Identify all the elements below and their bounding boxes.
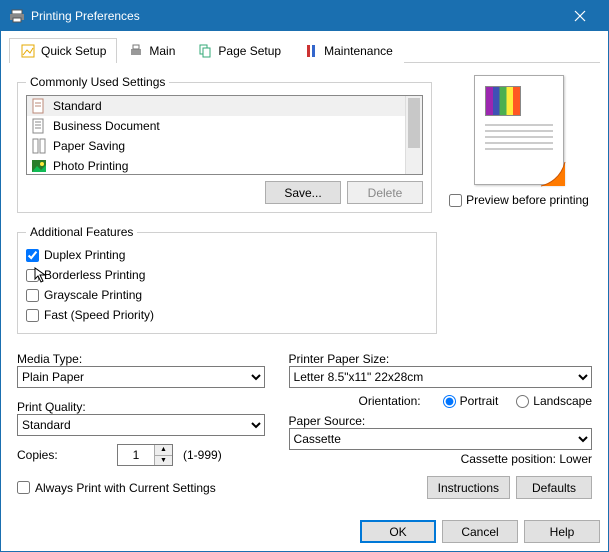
orientation-row: Orientation: Portrait Landscape [289, 394, 592, 408]
duplex-checkbox[interactable]: Duplex Printing [26, 245, 428, 265]
save-button[interactable]: Save... [265, 181, 341, 204]
list-item-business[interactable]: Business Document [27, 116, 405, 136]
cancel-button[interactable]: Cancel [442, 520, 518, 543]
list-item-label: Photo Printing [53, 159, 128, 173]
delete-button[interactable]: Delete [347, 181, 423, 204]
ok-button[interactable]: OK [360, 520, 436, 543]
list-item-label: Business Document [53, 119, 160, 133]
media-type-select[interactable]: Plain Paper [17, 366, 265, 388]
always-print-checkbox[interactable]: Always Print with Current Settings [17, 481, 216, 495]
close-icon [574, 10, 586, 22]
instructions-button[interactable]: Instructions [427, 476, 510, 499]
list-item-paper-saving[interactable]: Paper Saving [27, 136, 405, 156]
common-settings-group: Commonly Used Settings Standard Business… [17, 75, 432, 213]
spin-down[interactable]: ▼ [155, 456, 172, 466]
copies-range: (1-999) [183, 448, 222, 462]
list-item-standard[interactable]: Standard [27, 96, 405, 116]
copies-label: Copies: [17, 448, 107, 462]
additional-features-legend: Additional Features [26, 225, 137, 239]
paper-saving-icon [31, 138, 47, 154]
orientation-label: Orientation: [359, 394, 421, 408]
list-item-label: Paper Saving [53, 139, 125, 153]
print-quality-select[interactable]: Standard [17, 414, 265, 436]
landscape-radio[interactable]: Landscape [516, 394, 592, 408]
list-item-photo[interactable]: Photo Printing [27, 156, 405, 175]
cursor-icon [34, 267, 50, 283]
portrait-radio[interactable]: Portrait [443, 394, 499, 408]
common-settings-list[interactable]: Standard Business Document Paper Saving [26, 95, 423, 175]
main-icon [128, 43, 144, 59]
printing-preferences-window: Printing Preferences Quick Setup Main Pa… [0, 0, 609, 552]
print-quality-label: Print Quality: [17, 400, 265, 414]
media-type-label: Media Type: [17, 352, 265, 366]
content-area: Quick Setup Main Page Setup Maintenance … [1, 31, 608, 512]
list-scrollbar[interactable] [405, 96, 422, 174]
preview-checkbox-input[interactable] [449, 194, 462, 207]
grayscale-checkbox[interactable]: Grayscale Printing [26, 285, 428, 305]
paper-source-label: Paper Source: [289, 414, 592, 428]
maintenance-icon [303, 43, 319, 59]
standard-icon [31, 98, 47, 114]
tab-main[interactable]: Main [117, 38, 186, 63]
spin-up[interactable]: ▲ [155, 445, 172, 456]
fast-checkbox[interactable]: Fast (Speed Priority) [26, 305, 428, 325]
window-title: Printing Preferences [31, 9, 560, 23]
close-button[interactable] [560, 1, 600, 31]
tab-main-label: Main [149, 44, 175, 58]
tab-maintenance-label: Maintenance [324, 44, 393, 58]
tab-page-setup[interactable]: Page Setup [186, 38, 292, 63]
tab-page-setup-label: Page Setup [218, 44, 281, 58]
borderless-checkbox[interactable]: Borderless Printing [26, 265, 428, 285]
preview-column: Preview before printing [444, 71, 594, 221]
always-print-label: Always Print with Current Settings [35, 481, 216, 495]
photo-icon [31, 158, 47, 174]
tab-maintenance[interactable]: Maintenance [292, 38, 404, 63]
titlebar: Printing Preferences [1, 1, 608, 31]
paper-size-select[interactable]: Letter 8.5"x11" 22x28cm [289, 366, 592, 388]
additional-features-group: Additional Features Duplex Printing Bord… [17, 225, 437, 334]
page-setup-icon [197, 43, 213, 59]
paper-source-select[interactable]: Cassette [289, 428, 592, 450]
cassette-position-label: Cassette position: Lower [289, 452, 592, 466]
tab-quick-setup-label: Quick Setup [41, 44, 106, 58]
help-button[interactable]: Help [524, 520, 600, 543]
preview-image [474, 75, 564, 185]
quick-setup-icon [20, 43, 36, 59]
page-curl-icon [539, 160, 567, 188]
tab-quick-setup[interactable]: Quick Setup [9, 38, 117, 63]
copies-spinner[interactable]: ▲▼ [117, 444, 173, 466]
form-grid: Media Type: Plain Paper Print Quality: S… [17, 346, 592, 466]
list-item-label: Standard [53, 99, 102, 113]
dialog-footer: OK Cancel Help [1, 512, 608, 551]
quick-setup-page: Commonly Used Settings Standard Business… [9, 63, 600, 504]
preview-checkbox-label: Preview before printing [466, 193, 589, 207]
defaults-button[interactable]: Defaults [516, 476, 592, 499]
printer-icon [9, 8, 25, 24]
business-icon [31, 118, 47, 134]
copies-input[interactable] [118, 445, 154, 465]
common-settings-legend: Commonly Used Settings [26, 75, 169, 89]
preview-before-printing-checkbox[interactable]: Preview before printing [449, 193, 589, 207]
paper-size-label: Printer Paper Size: [289, 352, 592, 366]
tab-strip: Quick Setup Main Page Setup Maintenance [9, 37, 600, 63]
